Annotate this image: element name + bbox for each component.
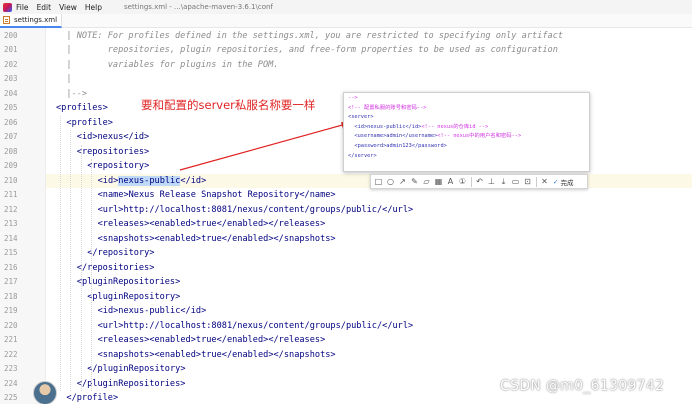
- marker-icon[interactable]: ▱: [421, 176, 432, 187]
- popup-code-text: <server>: [348, 114, 374, 121]
- popup-code-text: <id>nexus-public</id>: [348, 123, 422, 130]
- toolbar-separator: [536, 176, 537, 187]
- toolbar-separator: [471, 176, 472, 187]
- save-icon[interactable]: ▭: [510, 176, 521, 187]
- done-button[interactable]: ✓ 完成: [553, 177, 573, 187]
- text-icon[interactable]: A: [445, 176, 456, 187]
- ocr-icon[interactable]: ⊡: [522, 176, 533, 187]
- arrow-icon[interactable]: ↗: [397, 176, 408, 187]
- undo-icon[interactable]: ↶: [474, 176, 485, 187]
- popup-code-line: -->: [348, 94, 358, 103]
- check-icon: ✓: [553, 177, 559, 186]
- rect-icon[interactable]: □: [373, 176, 384, 187]
- done-label: 完成: [560, 178, 574, 187]
- annotation-arrow-layer: [179, 122, 350, 171]
- pen-icon[interactable]: ✎: [409, 176, 420, 187]
- popup-comment: <!-- nexus的仓库id -->: [421, 123, 489, 130]
- download-icon[interactable]: ⤓: [498, 176, 509, 187]
- circle-icon[interactable]: ○: [385, 176, 396, 187]
- popup-code-text: </server>: [348, 152, 377, 159]
- sequence-icon[interactable]: ①: [457, 176, 468, 187]
- mosaic-icon[interactable]: ▦: [433, 176, 444, 187]
- popup-code-text: <username>admin</username>: [348, 133, 438, 140]
- popup-comment: <!-- nexus中的用户名和密码-->: [437, 133, 522, 140]
- close-icon[interactable]: ✕: [539, 176, 550, 187]
- annotation-text: 要和配置的server私服名称要一样: [141, 98, 316, 112]
- popup-code-text: <password>admin123</password>: [348, 143, 447, 149]
- annotation-arrow-line: [179, 123, 347, 171]
- popup-code-line: <!-- 配置私服的账号和密码-->: [348, 104, 426, 113]
- popup-code-text: <!-- 配置私服的账号和密码-->: [348, 104, 427, 111]
- capture-toolbar: □ ○ ↗ ✎ ▱ ▦ A ① ↶ ⊥ ⤓ ▭ ⊡ ✕ ✓ 完成: [370, 174, 588, 189]
- pin-icon[interactable]: ⊥: [486, 176, 497, 187]
- popup-code-line: <password>admin123</password>: [348, 142, 447, 151]
- popup-code-line: <server>: [348, 113, 374, 122]
- popup-code-line: </server>: [348, 152, 377, 161]
- avatar: [33, 381, 57, 404]
- popup-code-text: -->: [348, 95, 358, 101]
- screenshot-popup: --> <!-- 配置私服的账号和密码--> <server> <id>nexus-…: [343, 92, 590, 172]
- popup-code-line: <username>admin</username><!-- nexus中的用户…: [348, 132, 521, 141]
- popup-code-line: <id>nexus-public</id><!-- nexus的仓库id -->: [348, 123, 488, 132]
- watermark: CSDN @m0_61309742: [500, 378, 665, 394]
